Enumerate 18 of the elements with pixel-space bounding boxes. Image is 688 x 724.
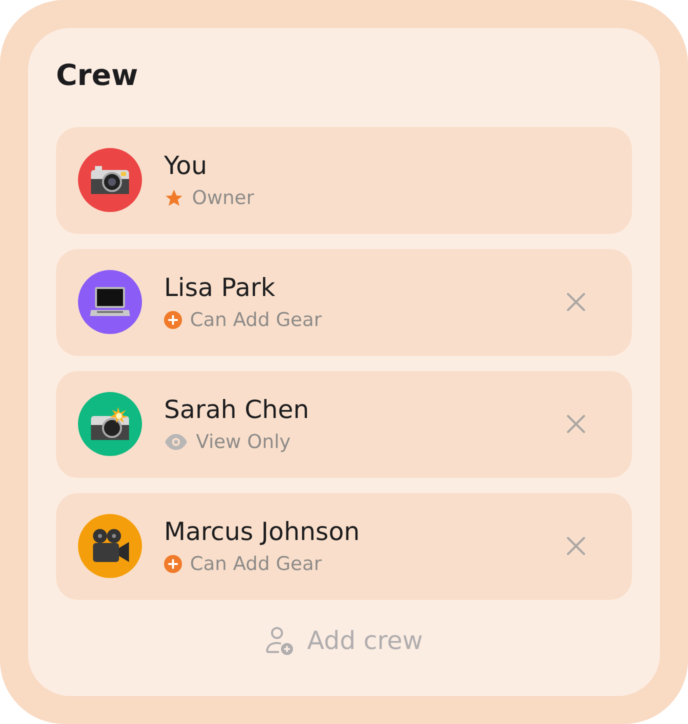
member-name: Marcus Johnson xyxy=(164,518,361,547)
camera-icon xyxy=(90,165,130,196)
member-name: Sarah Chen xyxy=(164,396,310,425)
member-role: Owner xyxy=(192,186,254,209)
card-title: Crew xyxy=(56,58,140,93)
star-icon xyxy=(164,188,184,208)
member-name: Lisa Park xyxy=(164,274,276,303)
member-name: You xyxy=(164,152,208,181)
eye-icon xyxy=(164,434,188,450)
add-person-icon xyxy=(265,626,296,656)
member-role: View Only xyxy=(196,430,291,453)
plus-circle-icon xyxy=(164,554,182,573)
camera-flash-icon xyxy=(90,407,130,442)
member-role: Can Add Gear xyxy=(190,552,322,575)
plus-circle-icon xyxy=(164,310,182,329)
laptop-icon xyxy=(89,286,131,318)
add-crew-button[interactable]: Add crew xyxy=(259,620,429,662)
member-role: Can Add Gear xyxy=(190,308,322,331)
